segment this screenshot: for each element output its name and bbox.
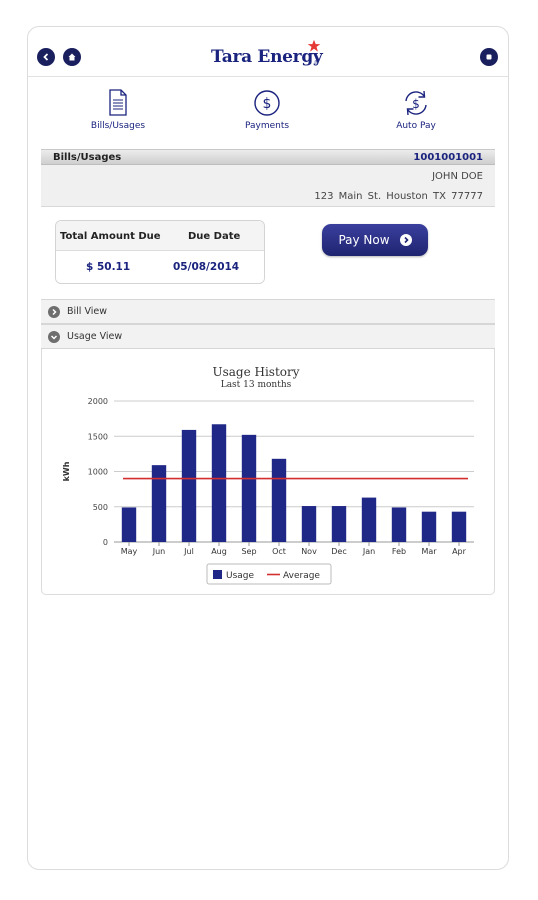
- usage-bar: [451, 511, 467, 542]
- menu-button[interactable]: [480, 48, 498, 66]
- logo-text: Tara Energy: [211, 47, 323, 67]
- nav-bills-usages[interactable]: Bills/Usages: [68, 89, 168, 131]
- y-tick-label: 500: [93, 503, 108, 512]
- x-tick-label: Apr: [452, 547, 467, 556]
- bill-view-label: Bill View: [67, 306, 107, 317]
- x-tick-label: Feb: [392, 547, 406, 556]
- usage-view-label: Usage View: [67, 331, 123, 342]
- section-title: Bills/Usages: [53, 152, 122, 163]
- dollar-circle-icon: $: [254, 90, 280, 116]
- usage-bar: [151, 465, 167, 542]
- registered-mark: ®: [314, 60, 319, 66]
- menu-square-icon: [486, 54, 492, 60]
- tara-energy-logo: Tara Energy ®: [211, 39, 331, 73]
- nav-label: Payments: [244, 121, 290, 131]
- due-date-label: Due Date: [188, 231, 241, 242]
- document-icon: [109, 89, 127, 116]
- y-tick-label: 0: [103, 538, 108, 547]
- usage-chart-panel: Usage History Last 13 months 0 500 1000 1500 2…: [41, 349, 495, 595]
- pay-now-button[interactable]: Pay Now: [322, 224, 428, 256]
- chevron-left-icon: [43, 53, 49, 61]
- app-frame: Tara Energy ® Bills/Usages $ Payments $ …: [27, 26, 509, 870]
- usage-bar: [421, 511, 437, 542]
- amount-due-table: Total Amount Due Due Date $ 50.11 05/08/…: [55, 220, 265, 284]
- home-icon: [68, 53, 76, 61]
- usage-bar: [271, 458, 287, 542]
- x-tick-label: Jan: [362, 547, 375, 556]
- customer-name: JOHN DOE: [432, 171, 483, 182]
- x-tick-label: Dec: [331, 547, 346, 556]
- y-tick-label: 1000: [88, 468, 108, 477]
- chart-subtitle: Last 13 months: [221, 380, 292, 390]
- nav-label: Bills/Usages: [90, 121, 146, 131]
- svg-text:$: $: [263, 96, 272, 112]
- usage-bar: [361, 497, 377, 542]
- x-tick-label: Jul: [183, 547, 194, 556]
- due-date-value: 05/08/2014: [173, 261, 240, 273]
- amount-due-header: Total Amount Due Due Date: [56, 221, 264, 251]
- x-tick-label: Jun: [152, 547, 166, 556]
- legend-usage-swatch: [213, 570, 222, 579]
- section-header-bar: Bills/Usages 1001001001: [41, 149, 495, 165]
- bill-view-toggle[interactable]: Bill View: [41, 299, 495, 324]
- customer-info: JOHN DOE 123 Main St. Houston TX 77777: [41, 165, 495, 207]
- usage-bar: [121, 507, 137, 542]
- account-number: 1001001001: [413, 152, 483, 163]
- nav-payments[interactable]: $ Payments: [217, 89, 317, 131]
- usage-bar: [391, 507, 407, 542]
- main-nav: Bills/Usages $ Payments $ Auto Pay: [28, 89, 508, 149]
- chevron-right-circle-icon: [48, 306, 60, 318]
- y-tick-label: 2000: [88, 397, 108, 406]
- customer-address: 123 Main St. Houston TX 77777: [314, 191, 483, 202]
- star-icon: [307, 39, 321, 52]
- chevron-down-circle-icon: [48, 331, 60, 343]
- usage-view-toggle[interactable]: Usage View: [41, 324, 495, 349]
- x-tick-label: Nov: [301, 547, 317, 556]
- x-tick-label: Oct: [272, 547, 286, 556]
- x-tick-label: May: [121, 547, 138, 556]
- nav-label: Auto Pay: [396, 121, 436, 131]
- chart-title: Usage History: [212, 365, 299, 379]
- x-tick-label: Mar: [421, 547, 437, 556]
- usage-bar: [331, 506, 347, 542]
- usage-history-chart: Usage HistoryLast 13 months 0 500 1000 1500 2…: [62, 365, 474, 585]
- nav-auto-pay[interactable]: $ Auto Pay: [366, 89, 466, 131]
- usage-bar: [241, 434, 257, 542]
- chevron-right-icon: [399, 234, 412, 246]
- usage-bar: [211, 424, 227, 542]
- back-button[interactable]: [37, 48, 55, 66]
- top-bar: Tara Energy ®: [28, 27, 508, 77]
- usage-bar: [181, 429, 197, 542]
- home-button[interactable]: [63, 48, 81, 66]
- usage-bar: [301, 506, 317, 542]
- total-amount-due-value: $ 50.11: [86, 261, 131, 273]
- amount-due-values: $ 50.11 05/08/2014: [56, 251, 264, 283]
- svg-text:$: $: [412, 97, 420, 111]
- x-tick-label: Sep: [241, 547, 256, 556]
- y-axis-label: kWh: [62, 461, 71, 481]
- y-tick-label: 1500: [88, 432, 108, 441]
- legend-usage-label: Usage: [226, 571, 255, 581]
- total-amount-due-label: Total Amount Due: [60, 231, 161, 242]
- x-tick-label: Aug: [211, 547, 227, 556]
- pay-now-label: Pay Now: [338, 233, 390, 247]
- autopay-refresh-icon: $: [405, 90, 427, 116]
- legend-average-label: Average: [283, 571, 320, 581]
